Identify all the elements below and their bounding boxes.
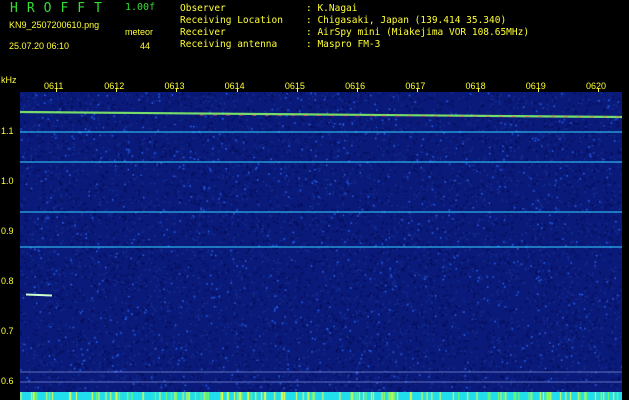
x-axis: kHz 0611 0612 0613 0614 0615 0616 0617 0618 0619… — [0, 74, 629, 92]
y-axis: 1.1 1.0 0.9 0.8 0.7 0.6 — [0, 92, 20, 392]
file-name: KN9_2507200610.png — [9, 20, 100, 30]
y-tick-label: 0.9 — [1, 226, 14, 236]
x-tick-label: 0617 — [405, 81, 426, 91]
x-tick-label: 0613 — [164, 81, 185, 91]
spectrogram-plot — [20, 92, 622, 392]
datetime-label: 25.07.20 06:10 — [9, 41, 70, 51]
observer-label: Observer — [180, 3, 226, 14]
location-value: : Chigasaki, Japan (139.414 35.340) — [306, 15, 507, 26]
app-title: HROFFT — [10, 1, 111, 16]
y-axis-unit-label: kHz — [1, 75, 17, 85]
receiver-value: : AirSpy mini (Miakejima VOR 108.65MHz) — [306, 27, 530, 38]
carrier-line — [20, 110, 622, 119]
x-tick-label: 0616 — [345, 81, 366, 91]
meteor-trace — [25, 293, 53, 297]
signal-level-bar — [20, 392, 622, 400]
antenna-label: Receiving antenna — [180, 39, 278, 50]
x-tick-label: 0611 — [44, 81, 64, 91]
spectrogram-overlay — [20, 110, 622, 383]
y-tick-label: 0.7 — [1, 326, 14, 336]
x-tick-label: 0620 — [586, 81, 607, 91]
y-tick-label: 0.8 — [1, 276, 14, 286]
y-tick-label: 1.1 — [1, 126, 14, 136]
y-tick-label: 1.0 — [1, 176, 14, 186]
location-label: Receiving Location — [180, 15, 283, 26]
meteor-count: 44 — [140, 41, 151, 51]
x-tick-label: 0619 — [525, 81, 546, 91]
y-tick-label: 0.6 — [1, 376, 14, 386]
x-tick-label: 0614 — [224, 81, 245, 91]
x-tick-label: 0618 — [465, 81, 486, 91]
antenna-value: : Maspro FM-3 — [306, 39, 381, 50]
meteor-label: meteor — [125, 27, 154, 37]
app-version: 1.00f — [125, 2, 156, 13]
receiver-label: Receiver — [180, 27, 226, 38]
x-tick-label: 0615 — [284, 81, 305, 91]
signal-level-spikes — [20, 392, 622, 400]
x-tick-label: 0612 — [104, 81, 125, 91]
header-panel: HROFFT 1.00f KN9_2507200610.png meteor 2… — [0, 0, 629, 74]
observer-value: : K.Nagai — [306, 3, 358, 14]
